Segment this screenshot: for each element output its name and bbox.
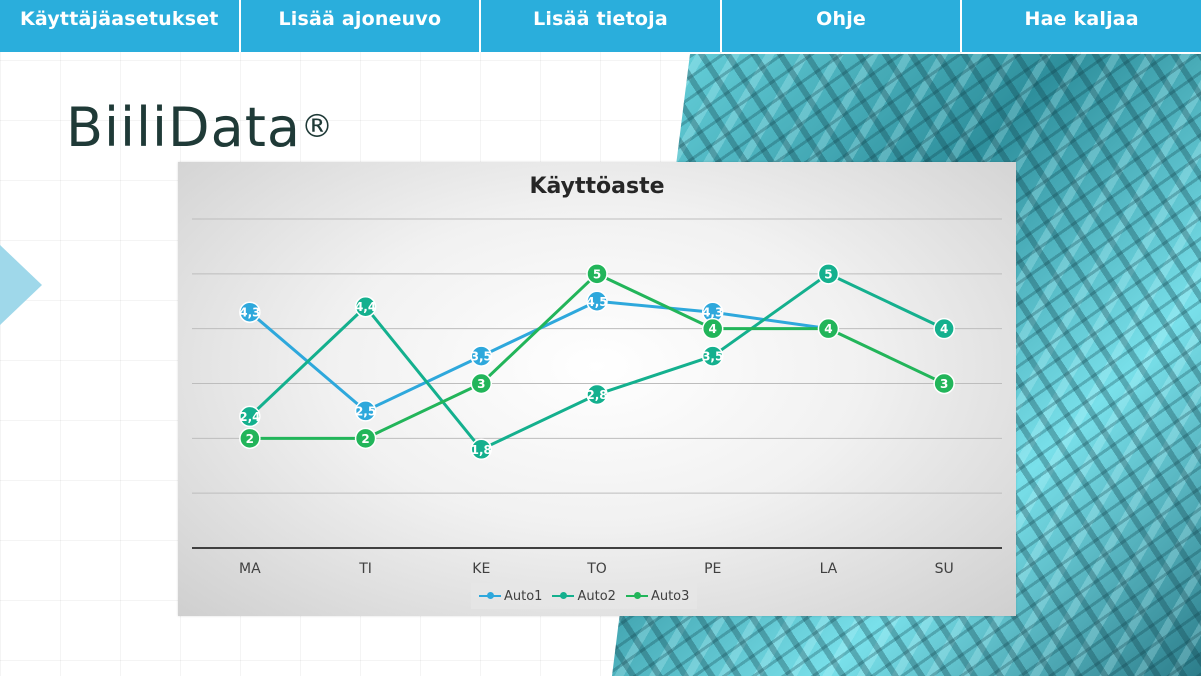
data-label: 3 (477, 377, 485, 391)
usage-chart: Käyttöaste MA TI KE TO PE LA SU 4,3 2,5 3,5 4,5 4,3… (178, 162, 1016, 616)
data-label: 4,4 (355, 300, 376, 314)
brand-logo: BiiliData® (66, 96, 334, 160)
menu-item-label: Hae kaljaa (1024, 8, 1139, 30)
menu-item-label: Käyttäjäasetukset (19, 8, 219, 30)
series-line-auto1 (248, 299, 829, 413)
data-label: 4 (940, 322, 948, 336)
menu-item-add-vehicle[interactable]: Lisää ajoneuvo (240, 0, 480, 52)
slide: Käyttäjäasetukset Lisää ajoneuvo Lisää t… (0, 0, 1201, 676)
data-label: 2,8 (586, 388, 607, 402)
x-tick-label: LA (820, 561, 838, 577)
data-label: 4 (709, 322, 717, 336)
arrow-decoration-icon (0, 245, 42, 325)
legend-item: Auto3 (625, 588, 690, 604)
x-tick-label: TI (358, 561, 372, 577)
registered-mark: ® (301, 107, 334, 145)
menu-item-label: Lisää tietoja (533, 8, 668, 30)
data-label: 4,3 (239, 306, 260, 320)
x-tick-label: PE (704, 561, 721, 577)
top-menu: Käyttäjäasetukset Lisää ajoneuvo Lisää t… (0, 0, 1201, 52)
x-tick-label: TO (586, 561, 607, 577)
data-label: 4,3 (702, 306, 723, 320)
chart-plot: MA TI KE TO PE LA SU 4,3 2,5 3,5 4,5 4,3 2,4 4,4 1,8 2,… (192, 218, 1002, 577)
legend-label: Auto3 (650, 588, 690, 604)
legend-swatch-icon (552, 592, 575, 599)
menu-item-get-beer[interactable]: Hae kaljaa (962, 0, 1201, 52)
x-tick-label: KE (472, 561, 490, 577)
legend-item: Auto1 (479, 589, 542, 604)
menu-item-help[interactable]: Ohje (721, 0, 961, 52)
menu-item-add-data[interactable]: Lisää tietoja (481, 0, 720, 52)
data-label: 2 (361, 432, 369, 446)
brand-name: BiiliData (66, 96, 301, 159)
legend-swatch-icon (625, 592, 648, 599)
menu-item-user-settings[interactable]: Käyttäjäasetukset (0, 0, 239, 52)
data-label: 1,8 (471, 443, 492, 457)
data-label: 2,4 (239, 410, 260, 424)
legend-swatch-icon (479, 592, 501, 599)
data-label: 5 (593, 267, 601, 281)
menu-item-label: Lisää ajoneuvo (278, 8, 442, 30)
data-label: 2 (246, 432, 254, 446)
legend-item: Auto2 (552, 588, 616, 604)
legend-label: Auto1 (504, 588, 543, 604)
menu-item-label: Ohje (816, 8, 867, 30)
data-label: 5 (824, 267, 832, 281)
x-tick-label: MA (239, 561, 261, 577)
data-label: 4,5 (586, 295, 607, 309)
x-tick-label: SU (935, 561, 954, 577)
chart-legend: Auto1 Auto2 Auto3 (471, 583, 698, 609)
data-label: 3 (940, 377, 948, 391)
data-label: 3,5 (702, 350, 723, 364)
data-label: 4 (824, 322, 832, 336)
legend-label: Auto2 (577, 588, 616, 604)
data-label: 2,5 (355, 404, 376, 418)
data-label: 3,5 (471, 350, 492, 364)
